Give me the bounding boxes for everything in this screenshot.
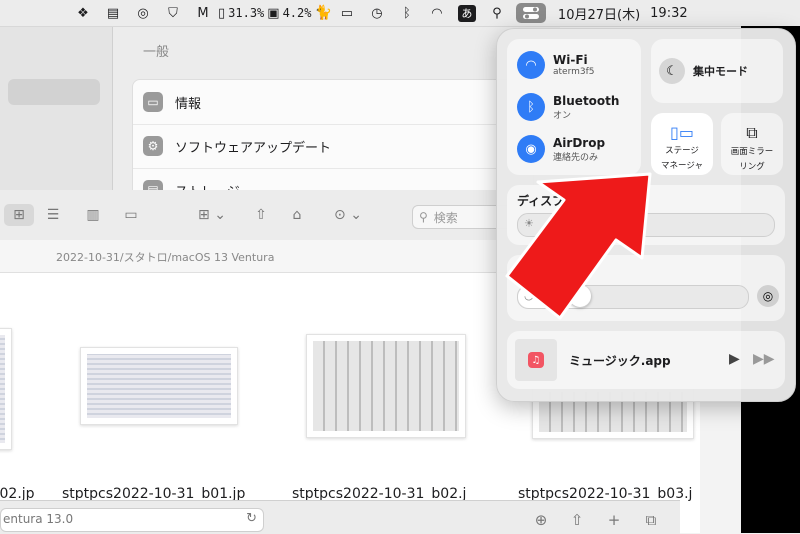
column-view-button[interactable]: ▥ xyxy=(80,204,106,226)
display-module: ディスプレ ☀ xyxy=(507,185,785,245)
file-thumbnail[interactable] xyxy=(306,334,466,438)
screen-mirroring-icon: ⧉ xyxy=(746,123,758,142)
airplay-audio-icon[interactable]: ◎ xyxy=(757,285,779,307)
wifi-icon[interactable]: ◠ xyxy=(426,0,448,26)
control-center-icon[interactable] xyxy=(515,3,546,23)
file-thumbnail[interactable] xyxy=(0,328,12,450)
gallery-view-button[interactable]: ▭ xyxy=(118,204,144,226)
settings-row-label: 情報 xyxy=(175,96,202,112)
airdrop-status: 連絡先のみ xyxy=(553,152,599,163)
screen-mirroring-label-2: リング xyxy=(739,162,765,172)
new-tab-icon[interactable]: + xyxy=(603,510,625,530)
sound-label: サウンド xyxy=(517,265,566,279)
now-playing-app: ミュージック.app xyxy=(569,353,671,368)
settings-sidebar xyxy=(0,27,113,197)
reload-icon[interactable]: ↻ xyxy=(246,511,257,526)
menubar-date[interactable]: 10月27日(木) xyxy=(558,0,640,26)
creative-cloud-icon[interactable]: ◎ xyxy=(132,0,154,26)
share-icon[interactable]: ⇧ xyxy=(250,204,272,226)
sun-icon: ☀ xyxy=(524,217,534,230)
cat-icon: 🐈 xyxy=(314,5,332,21)
download-icon[interactable]: ⊕ xyxy=(530,510,552,530)
settings-row-label: ソフトウェアアップデート xyxy=(175,140,332,156)
bluetooth-title: Bluetooth xyxy=(553,93,620,108)
tab-overview-icon[interactable]: ⧉ xyxy=(640,510,662,530)
focus-mode-button[interactable]: ☾ 集中モード xyxy=(651,39,783,103)
bluetooth-icon: ᛒ xyxy=(517,93,545,121)
display-label: ディスプレ xyxy=(517,194,577,208)
gear-icon: ⚙ xyxy=(143,136,163,156)
section-heading: 一般 xyxy=(143,45,170,60)
info-icon: ▭ xyxy=(143,92,163,112)
dropbox-icon[interactable]: ❖ xyxy=(72,0,94,26)
sound-module: サウンド ◡ ◎ xyxy=(507,255,785,321)
toggle-switches-icon xyxy=(522,7,539,19)
spotlight-search-icon[interactable]: ⚲ xyxy=(486,0,508,26)
more-actions-button[interactable]: ⊙ ⌄ xyxy=(328,204,368,226)
screen-mirroring-label-1: 画面ミラー xyxy=(730,147,774,157)
wifi-network: aterm3f5 xyxy=(553,67,595,77)
group-button[interactable]: ⊞ ⌄ xyxy=(192,204,232,226)
safari-toolbar: entura 13.0 ↻ ⊕ ⇧ + ⧉ xyxy=(0,500,680,534)
headphones-icon: ◡ xyxy=(524,289,534,302)
input-method-indicator[interactable]: あ xyxy=(457,4,476,22)
list-view-button[interactable]: ☰ xyxy=(40,204,66,226)
airdrop-title: AirDrop xyxy=(553,135,606,150)
airdrop-icon: ◉ xyxy=(517,135,545,163)
icon-view-button[interactable]: ⊞ xyxy=(4,204,34,226)
network-module: ◠ Wi-Fi aterm3f5 ᛒ Bluetooth オン ◉ AirDro… xyxy=(507,39,641,175)
tag-icon[interactable]: ⌂ xyxy=(286,204,308,226)
stage-manager-label-2: マネージャ xyxy=(661,161,703,171)
play-icon[interactable]: ▶ xyxy=(729,351,740,367)
now-playing-module[interactable]: ♫ ミュージック.app ▶ ▶▶ xyxy=(507,331,785,389)
clipboard-icon[interactable]: ▤ xyxy=(102,0,124,26)
moon-icon: ☾ xyxy=(659,58,685,84)
bluetooth-status: オン xyxy=(553,110,572,121)
bluetooth-icon[interactable]: ᛒ xyxy=(396,0,418,26)
memory-monitor[interactable]: ▯ 31.3% ▣ 4.2% 🐈 xyxy=(218,0,332,26)
airdrop-toggle[interactable]: ◉ AirDrop 連絡先のみ xyxy=(517,131,605,167)
address-bar[interactable]: entura 13.0 ↻ xyxy=(0,508,264,532)
volume-knob[interactable] xyxy=(569,285,591,307)
stage-manager-label-1: ステージ xyxy=(665,146,699,156)
memory-chip-icon: ▯ xyxy=(218,5,226,21)
stage-manager-icon: ▯▭ xyxy=(670,123,694,142)
settings-row-about[interactable]: ▭ 情報 xyxy=(133,80,533,125)
brightness-slider[interactable]: ☀ xyxy=(517,213,775,237)
address-text: entura 13.0 xyxy=(3,512,74,526)
fast-forward-icon[interactable]: ▶▶ xyxy=(753,351,775,367)
share-icon[interactable]: ⇧ xyxy=(566,510,588,530)
wifi-toggle[interactable]: ◠ Wi-Fi aterm3f5 xyxy=(517,47,595,83)
search-icon: ⚲ xyxy=(419,210,428,224)
cpu-stat: 4.2% xyxy=(282,6,312,20)
window-icon[interactable]: ▭ xyxy=(336,0,358,26)
menu-bar: ❖ ▤ ◎ ⛉ M ▯ 31.3% ▣ 4.2% 🐈 ▭ ◷ ᛒ ◠ あ ⚲ 1… xyxy=(0,0,800,27)
music-app-icon: ♫ xyxy=(515,339,557,381)
system-settings-window: 一般 ▭ 情報 ⚙ ソフトウェアアップデート ▤ ストレージ xyxy=(0,27,560,221)
search-placeholder: 検索 xyxy=(433,210,458,225)
wifi-title: Wi-Fi xyxy=(553,53,588,67)
focus-mode-label: 集中モード xyxy=(693,65,748,78)
settings-row-software-update[interactable]: ⚙ ソフトウェアアップデート xyxy=(133,124,533,169)
malwarebytes-icon[interactable]: M xyxy=(192,0,214,26)
memory-stat: 31.3% xyxy=(228,6,265,20)
wifi-icon: ◠ xyxy=(517,51,545,79)
stage-manager-button[interactable]: ▯▭ ステージ マネージャ xyxy=(651,113,713,175)
control-center-panel: ◠ Wi-Fi aterm3f5 ᛒ Bluetooth オン ◉ AirDro… xyxy=(496,28,796,402)
bluetooth-toggle[interactable]: ᛒ Bluetooth オン xyxy=(517,89,619,125)
menubar-time[interactable]: 19:32 xyxy=(650,0,687,26)
sidebar-selected-item[interactable] xyxy=(8,79,100,105)
volume-slider[interactable]: ◡ xyxy=(517,285,749,309)
file-thumbnail[interactable] xyxy=(80,347,238,425)
cpu-chip-icon: ▣ xyxy=(267,5,280,21)
time-machine-icon[interactable]: ◷ xyxy=(366,0,388,26)
path-text[interactable]: 2022-10-31/スタトロ/macOS 13 Ventura xyxy=(56,249,274,265)
screen-mirroring-button[interactable]: ⧉ 画面ミラー リング xyxy=(721,113,783,175)
shield-check-icon[interactable]: ⛉ xyxy=(162,0,184,26)
